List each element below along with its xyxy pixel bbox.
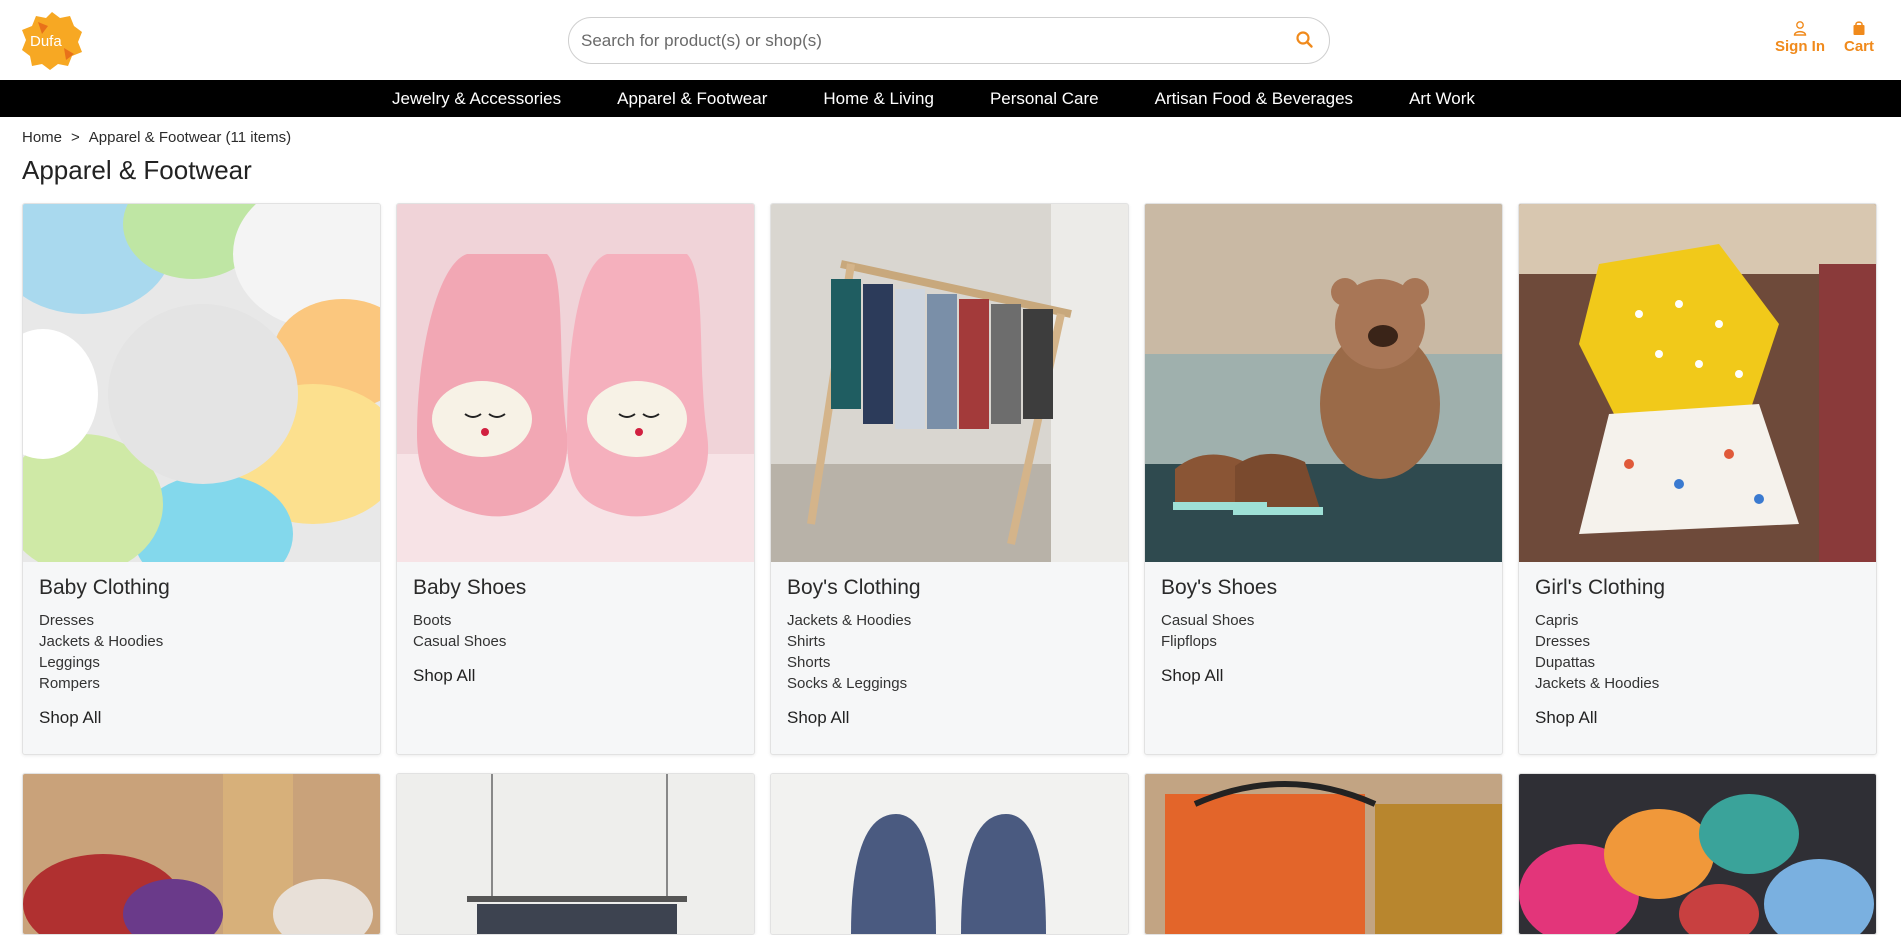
cart-label: Cart: [1843, 38, 1874, 55]
category-card-boys-clothing[interactable]: Boy's Clothing Jackets & Hoodies Shirts …: [770, 203, 1129, 755]
category-nav: Jewelry & Accessories Apparel & Footwear…: [0, 80, 1901, 117]
shop-all-link[interactable]: Shop All: [1535, 708, 1597, 728]
category-card[interactable]: [22, 773, 381, 935]
subcategory-link[interactable]: Casual Shoes: [1161, 610, 1486, 631]
sign-in-label: Sign In: [1775, 38, 1825, 55]
breadcrumb-separator: >: [71, 129, 80, 146]
subcategory-link[interactable]: Boots: [413, 610, 738, 631]
search-input[interactable]: [581, 26, 1261, 56]
svg-text:Dufa: Dufa: [30, 33, 62, 50]
subcategory-link[interactable]: Dresses: [1535, 631, 1860, 652]
subcategory-link[interactable]: Leggings: [39, 652, 364, 673]
category-title[interactable]: Baby Shoes: [413, 576, 738, 600]
subcategory-link[interactable]: Jackets & Hoodies: [39, 631, 364, 652]
category-image[interactable]: [1519, 774, 1877, 934]
subcategory-link[interactable]: Dresses: [39, 610, 364, 631]
category-card-baby-shoes[interactable]: Baby Shoes Boots Casual Shoes Shop All: [396, 203, 755, 755]
sign-in-link[interactable]: Sign In: [1772, 20, 1828, 55]
search-icon[interactable]: [1295, 30, 1315, 50]
shop-all-link[interactable]: Shop All: [413, 666, 475, 686]
boys-clothing-image[interactable]: [771, 204, 1129, 562]
category-card-girls-clothing[interactable]: Girl's Clothing Capris Dresses Dupattas …: [1518, 203, 1877, 755]
subcategory-link[interactable]: Jackets & Hoodies: [787, 610, 1112, 631]
subcategory-link[interactable]: Rompers: [39, 673, 364, 694]
subcategory-link[interactable]: Dupattas: [1535, 652, 1860, 673]
subcategory-link[interactable]: Flipflops: [1161, 631, 1486, 652]
cart-link[interactable]: Cart: [1836, 20, 1882, 55]
nav-item-apparel[interactable]: Apparel & Footwear: [589, 80, 795, 117]
category-card[interactable]: [396, 773, 755, 935]
nav-item-artisan-food[interactable]: Artisan Food & Beverages: [1127, 80, 1381, 117]
category-card[interactable]: [770, 773, 1129, 935]
baby-clothing-image[interactable]: [23, 204, 381, 562]
dufa-logo[interactable]: Dufa: [18, 8, 86, 72]
nav-item-personal-care[interactable]: Personal Care: [962, 80, 1127, 117]
search-bar: [568, 17, 1330, 64]
category-image[interactable]: [771, 774, 1129, 934]
category-card-baby-clothing[interactable]: Baby Clothing Dresses Jackets & Hoodies …: [22, 203, 381, 755]
category-title[interactable]: Boy's Shoes: [1161, 576, 1486, 600]
user-icon: [1792, 20, 1808, 36]
category-image[interactable]: [1145, 774, 1503, 934]
subcategory-link[interactable]: Capris: [1535, 610, 1860, 631]
shop-all-link[interactable]: Shop All: [787, 708, 849, 728]
subcategory-link[interactable]: Casual Shoes: [413, 631, 738, 652]
nav-item-art-work[interactable]: Art Work: [1381, 80, 1503, 117]
category-card-boys-shoes[interactable]: Boy's Shoes Casual Shoes Flipflops Shop …: [1144, 203, 1503, 755]
category-card[interactable]: [1518, 773, 1877, 935]
category-title[interactable]: Baby Clothing: [39, 576, 364, 600]
breadcrumb-home[interactable]: Home: [22, 129, 62, 146]
shop-all-link[interactable]: Shop All: [1161, 666, 1223, 686]
page-title: Apparel & Footwear: [22, 155, 252, 185]
category-card[interactable]: [1144, 773, 1503, 935]
category-title[interactable]: Boy's Clothing: [787, 576, 1112, 600]
category-image[interactable]: [397, 774, 755, 934]
boys-shoes-image[interactable]: [1145, 204, 1503, 562]
girls-clothing-image[interactable]: [1519, 204, 1877, 562]
subcategory-link[interactable]: Shirts: [787, 631, 1112, 652]
site-header: Dufa Sign In Cart: [0, 0, 1901, 80]
baby-shoes-image[interactable]: [397, 204, 755, 562]
subcategory-link[interactable]: Socks & Leggings: [787, 673, 1112, 694]
breadcrumb-current: Apparel & Footwear (11 items): [88, 129, 292, 146]
category-image[interactable]: [23, 774, 381, 934]
subcategory-link[interactable]: Shorts: [787, 652, 1112, 673]
shopping-bag-icon: [1851, 20, 1867, 36]
nav-item-home-living[interactable]: Home & Living: [795, 80, 962, 117]
shop-all-link[interactable]: Shop All: [39, 708, 101, 728]
category-title[interactable]: Girl's Clothing: [1535, 576, 1860, 600]
subcategory-link[interactable]: Jackets & Hoodies: [1535, 673, 1860, 694]
breadcrumb: Home > Apparel & Footwear (11 items): [22, 129, 291, 146]
nav-item-jewelry[interactable]: Jewelry & Accessories: [364, 80, 589, 117]
